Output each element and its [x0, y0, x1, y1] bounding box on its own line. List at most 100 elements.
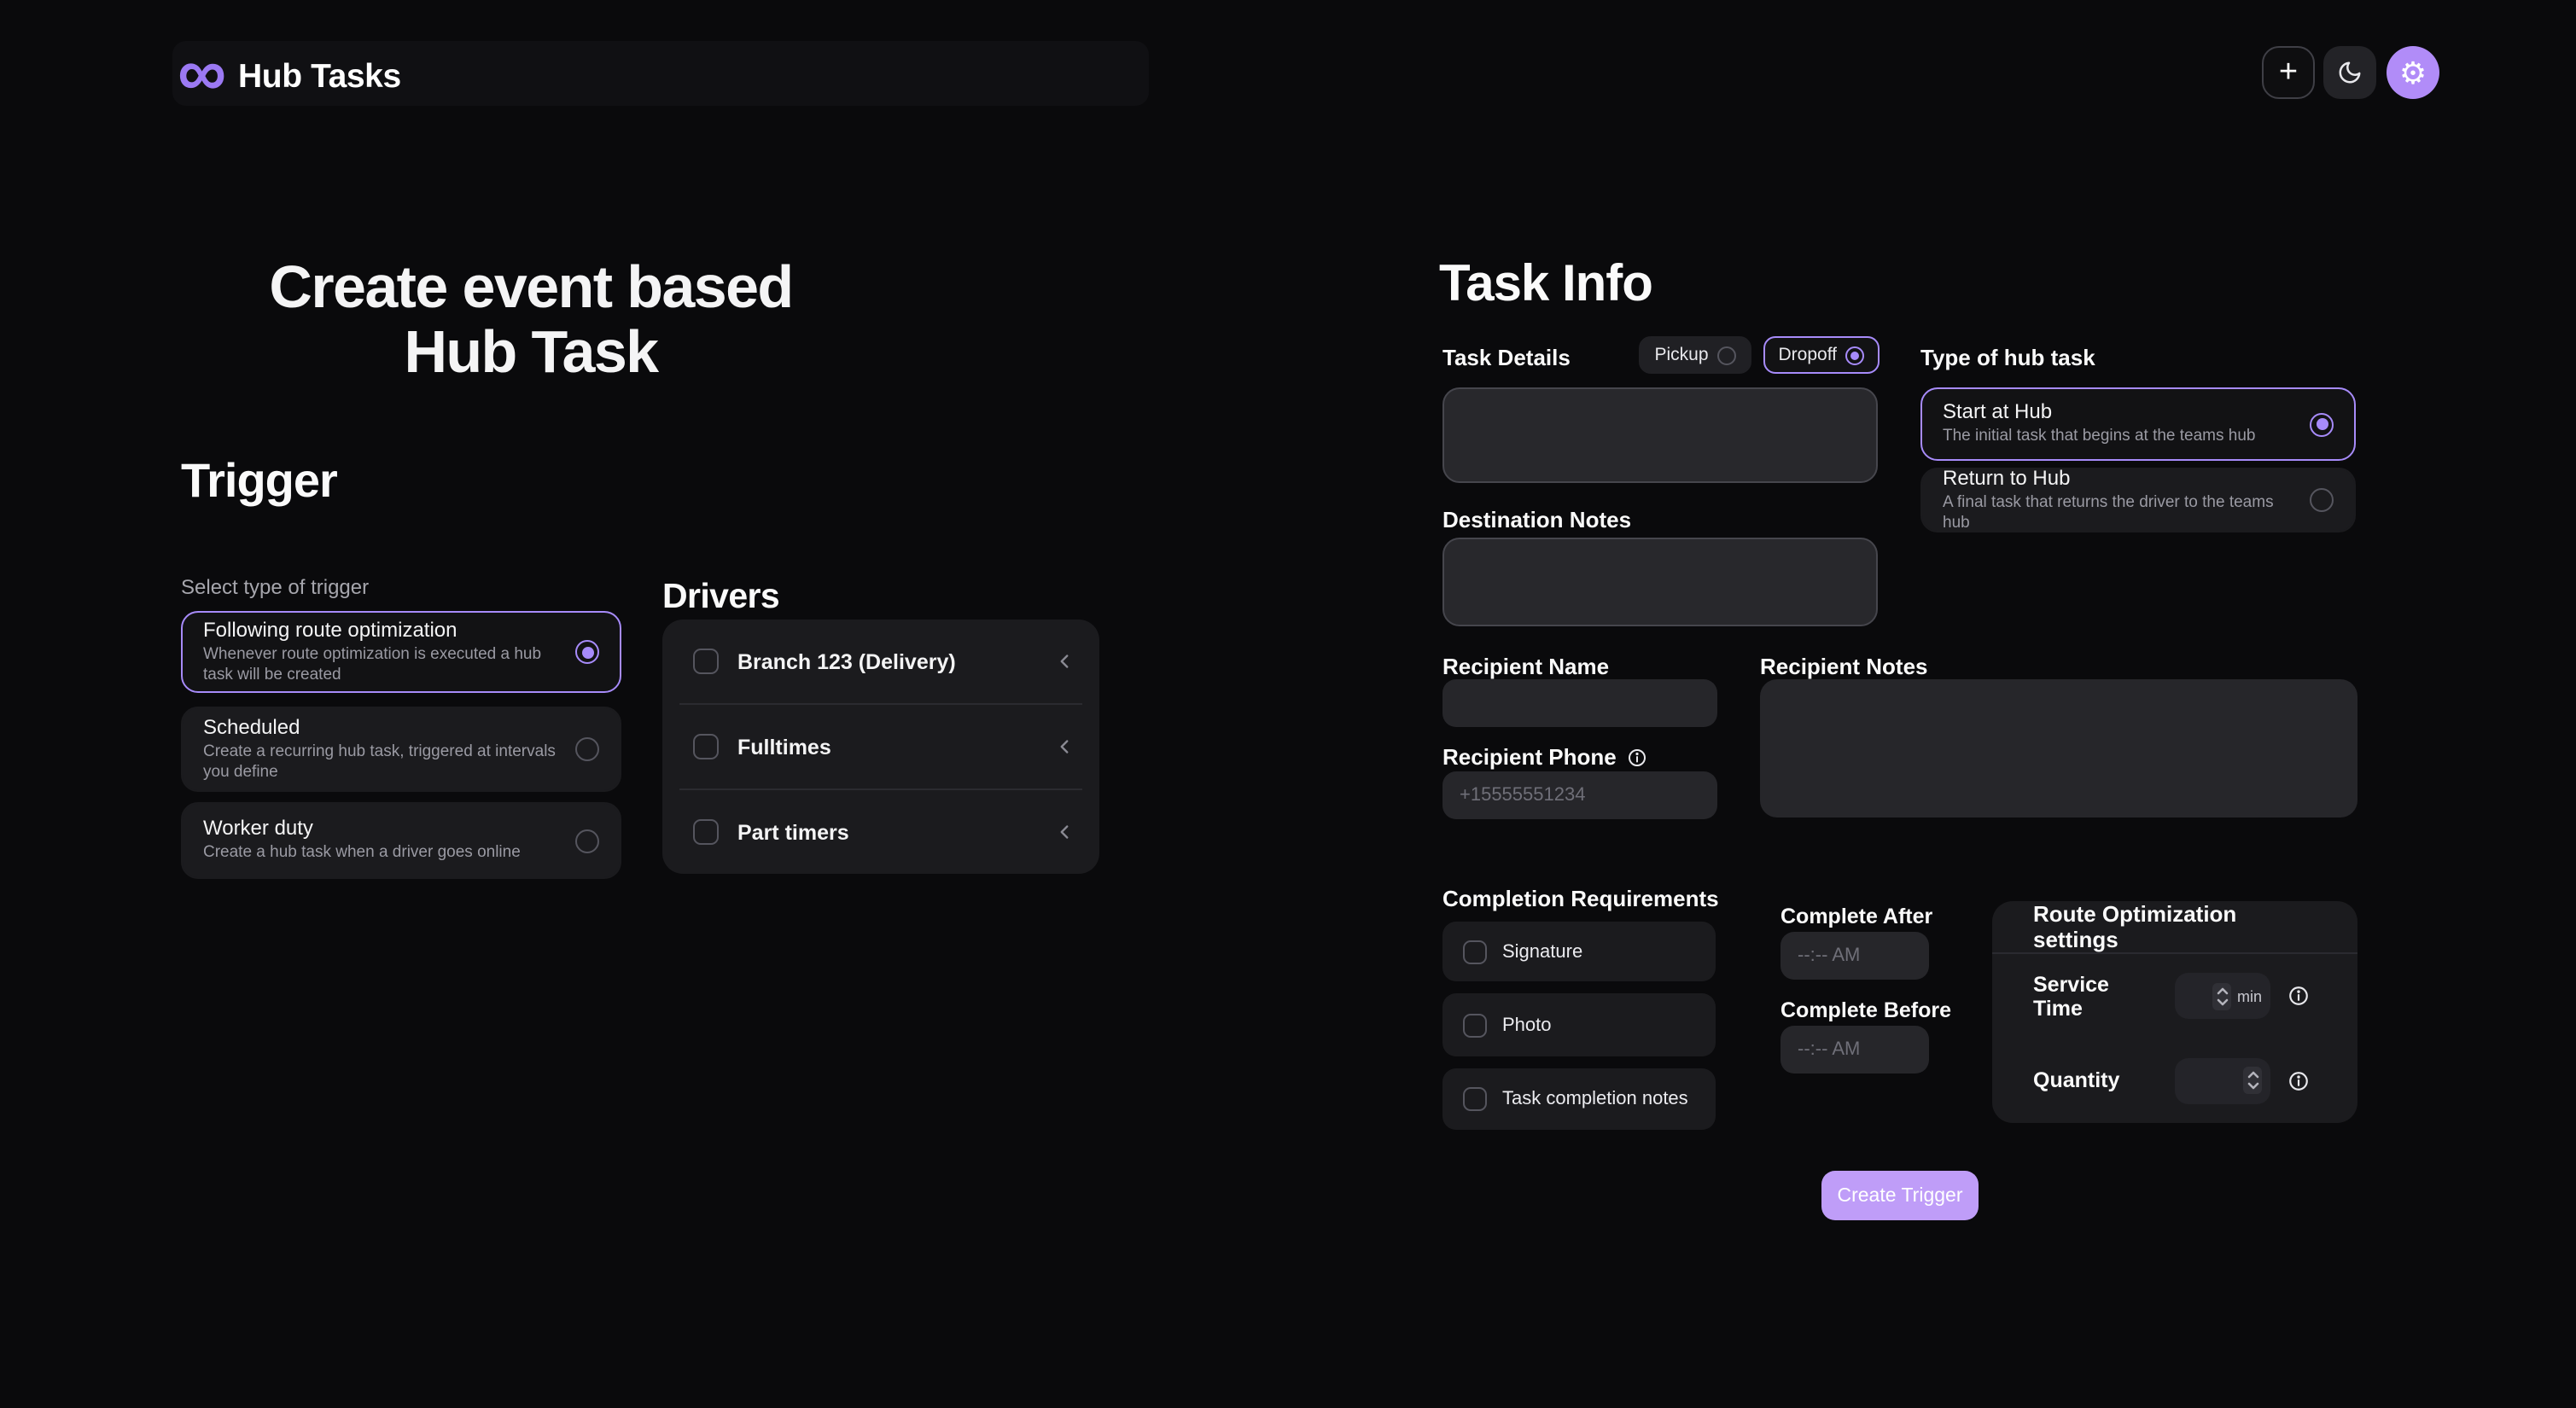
driver-group-branch-123[interactable]: Branch 123 (Delivery)	[662, 620, 1099, 703]
time-placeholder: --:-- AM	[1798, 1039, 1860, 1060]
gear-icon: ⚙	[2399, 57, 2427, 88]
page-title-line2: Hub Task	[178, 321, 884, 386]
trigger-option-following-route-optimization[interactable]: Following route optimization Whenever ro…	[181, 611, 621, 693]
driver-group-part-timers[interactable]: Part timers	[662, 790, 1099, 874]
trigger-heading: Trigger	[181, 454, 337, 509]
service-time-input[interactable]: min	[2175, 974, 2270, 1020]
checkbox[interactable]	[1463, 940, 1487, 963]
page: ∞ Hub Tasks + ⚙ Create event based Hub T…	[0, 0, 2576, 1408]
complete-before-label: Complete Before	[1780, 998, 1951, 1022]
recipient-name-label: Recipient Name	[1442, 654, 1609, 679]
brand-logo: ∞ Hub Tasks	[178, 43, 401, 111]
driver-group-label: Fulltimes	[737, 735, 1034, 759]
info-icon[interactable]	[2288, 1070, 2310, 1092]
radio-unselected[interactable]	[575, 737, 599, 761]
hub-task-option-title: Return to Hub	[1943, 465, 2293, 489]
quantity-label: Quantity	[2033, 1069, 2158, 1093]
completion-option-label: Signature	[1502, 941, 1582, 962]
trigger-option-desc: Create a recurring hub task, triggered a…	[203, 742, 558, 784]
radio-selected[interactable]	[575, 640, 599, 664]
complete-after-time-input[interactable]: --:-- AM	[1780, 932, 1929, 980]
hub-task-type-label: Type of hub task	[1920, 345, 2095, 370]
task-type-toggle: Pickup Dropoff	[1639, 336, 1880, 374]
moon-icon	[2337, 60, 2363, 85]
complete-after-label: Complete After	[1780, 905, 1932, 928]
quantity-row: Quantity	[1992, 1039, 2357, 1123]
stepper-icon[interactable]	[2243, 1068, 2262, 1095]
completion-option-label: Task completion notes	[1502, 1089, 1688, 1109]
driver-group-fulltimes[interactable]: Fulltimes	[662, 705, 1099, 788]
trigger-option-scheduled[interactable]: Scheduled Create a recurring hub task, t…	[181, 707, 621, 792]
recipient-notes-textarea[interactable]	[1760, 679, 2357, 817]
hub-task-option-return-to-hub[interactable]: Return to Hub A final task that returns …	[1920, 468, 2356, 532]
trigger-option-desc: Create a hub task when a driver goes onl…	[203, 844, 521, 865]
radio-selected	[1845, 346, 1864, 364]
checkbox[interactable]	[693, 649, 719, 674]
trigger-option-desc: Whenever route optimization is executed …	[203, 644, 558, 687]
checkbox[interactable]	[693, 819, 719, 845]
pickup-toggle[interactable]: Pickup	[1639, 336, 1751, 374]
time-placeholder: --:-- AM	[1798, 945, 1860, 966]
checkbox[interactable]	[1463, 1013, 1487, 1037]
destination-notes-label: Destination Notes	[1442, 507, 1631, 532]
chevron-left-icon[interactable]	[1053, 736, 1075, 758]
settings-button[interactable]: ⚙	[2387, 46, 2439, 99]
info-icon[interactable]	[2288, 986, 2310, 1008]
radio-unselected[interactable]	[575, 829, 599, 852]
add-button[interactable]: +	[2262, 46, 2315, 99]
checkbox[interactable]	[693, 734, 719, 759]
driver-group-label: Branch 123 (Delivery)	[737, 649, 1034, 673]
service-time-unit: min	[2237, 988, 2262, 1005]
complete-before-time-input[interactable]: --:-- AM	[1780, 1026, 1929, 1073]
hub-task-option-desc: The initial task that begins at the team…	[1943, 428, 2256, 449]
quantity-input[interactable]	[2175, 1058, 2270, 1104]
recipient-notes-label: Recipient Notes	[1760, 654, 1928, 679]
task-details-label: Task Details	[1442, 345, 1571, 370]
recipient-phone-input[interactable]	[1442, 771, 1717, 819]
recipient-phone-label-row: Recipient Phone	[1442, 744, 1647, 770]
create-trigger-button[interactable]: Create Trigger	[1821, 1171, 1979, 1220]
trigger-option-title: Following route optimization	[203, 617, 558, 641]
theme-toggle-button[interactable]	[2323, 46, 2376, 99]
dropoff-label: Dropoff	[1779, 345, 1838, 365]
hub-task-option-start-at-hub[interactable]: Start at Hub The initial task that begin…	[1920, 387, 2356, 461]
radio-unselected	[1717, 346, 1736, 364]
page-title-line1: Create event based	[178, 256, 884, 321]
service-time-row: Service Time min	[1992, 954, 2357, 1039]
chevron-left-icon[interactable]	[1053, 650, 1075, 672]
drivers-heading: Drivers	[662, 577, 779, 618]
plus-icon: +	[2279, 56, 2298, 89]
service-time-label: Service Time	[2033, 973, 2158, 1021]
trigger-option-title: Worker duty	[203, 817, 521, 841]
info-icon[interactable]	[1627, 747, 1647, 767]
trigger-select-label: Select type of trigger	[181, 575, 369, 599]
completion-option-task-completion-notes[interactable]: Task completion notes	[1442, 1068, 1716, 1130]
completion-option-photo[interactable]: Photo	[1442, 993, 1716, 1056]
task-details-textarea[interactable]	[1442, 387, 1878, 483]
completion-option-signature[interactable]: Signature	[1442, 922, 1716, 981]
recipient-phone-label: Recipient Phone	[1442, 744, 1617, 770]
pickup-label: Pickup	[1654, 345, 1708, 365]
radio-unselected[interactable]	[2310, 488, 2334, 512]
trigger-option-worker-duty[interactable]: Worker duty Create a hub task when a dri…	[181, 802, 621, 879]
checkbox[interactable]	[1463, 1087, 1487, 1111]
hub-task-option-desc: A final task that returns the driver to …	[1943, 492, 2293, 535]
brand-title: Hub Tasks	[238, 57, 401, 96]
driver-group-label: Part timers	[737, 820, 1034, 844]
stepper-icon[interactable]	[2213, 983, 2232, 1010]
hub-task-option-title: Start at Hub	[1943, 400, 2256, 424]
route-settings-heading: Route Optimization settings	[1992, 901, 2357, 954]
chevron-left-icon[interactable]	[1053, 821, 1075, 843]
completion-option-label: Photo	[1502, 1015, 1552, 1035]
completion-requirements-label: Completion Requirements	[1442, 886, 1719, 911]
radio-selected[interactable]	[2310, 412, 2334, 436]
dropoff-toggle[interactable]: Dropoff	[1763, 336, 1880, 374]
page-title: Create event based Hub Task	[178, 256, 884, 386]
infinity-icon: ∞	[178, 43, 226, 104]
task-info-heading: Task Info	[1439, 256, 1652, 314]
route-optimization-settings-card: Route Optimization settings Service Time…	[1992, 901, 2357, 1123]
drivers-card: Branch 123 (Delivery) Fulltimes Part tim…	[662, 620, 1099, 874]
trigger-option-title: Scheduled	[203, 714, 558, 738]
recipient-name-input[interactable]	[1442, 679, 1717, 727]
destination-notes-textarea[interactable]	[1442, 538, 1878, 626]
